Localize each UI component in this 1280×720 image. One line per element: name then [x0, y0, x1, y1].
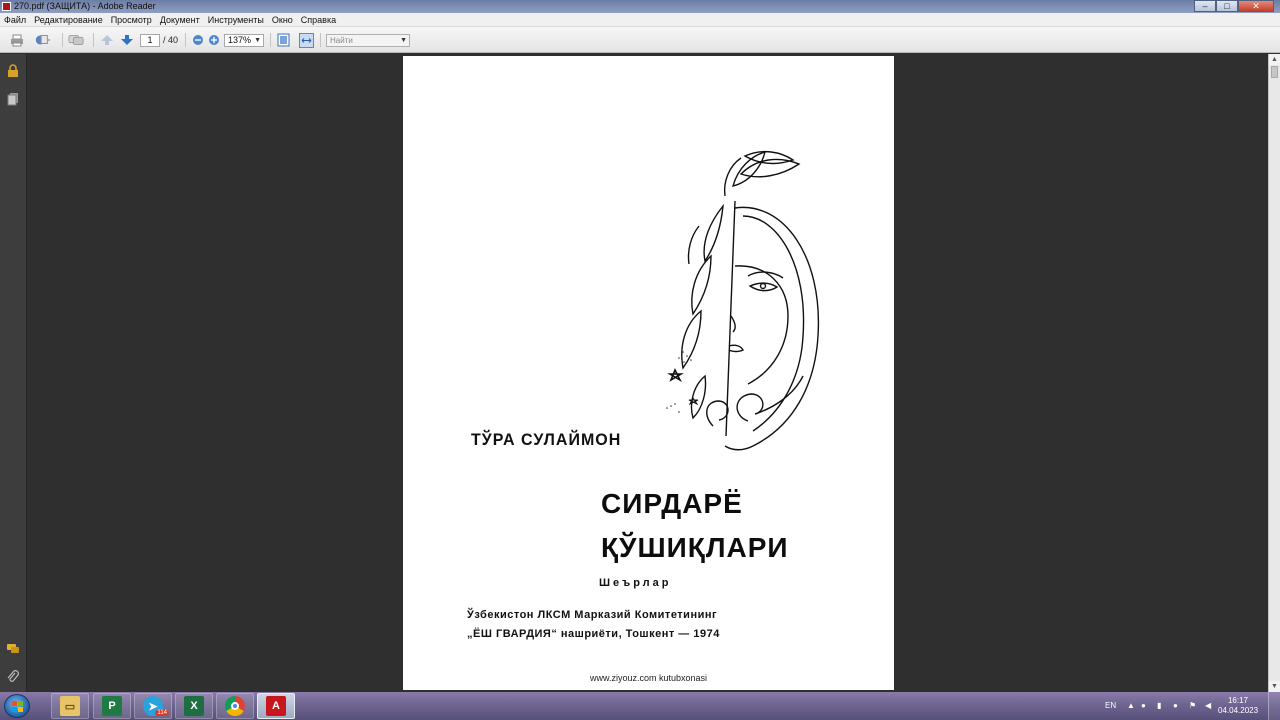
windows-logo-icon	[12, 701, 23, 712]
taskbar-project[interactable]: P	[93, 693, 131, 719]
fit-page-icon[interactable]	[275, 32, 291, 48]
tray-expand-icon[interactable]: ▲	[1127, 692, 1135, 720]
next-page-icon[interactable]	[119, 32, 135, 48]
clock-time: 16:17	[1227, 696, 1249, 705]
show-desktop-button[interactable]	[1268, 692, 1280, 720]
email-icon[interactable]	[34, 32, 50, 48]
taskbar-adobe-reader[interactable]: A	[257, 693, 295, 719]
scroll-thumb[interactable]	[1271, 66, 1278, 78]
window-title: 270.pdf (ЗАЩИТА) - Adobe Reader	[14, 1, 156, 11]
system-clock[interactable]: 16:17 04.04.2023	[1218, 696, 1258, 716]
publisher-line1: Ўзбекистон ЛКСМ Марказий Комитетининг	[467, 609, 718, 621]
menu-view[interactable]: Просмотр	[107, 13, 156, 26]
menu-file[interactable]: Файл	[0, 13, 30, 26]
taskbar-excel[interactable]: X	[175, 693, 213, 719]
chevron-down-icon: ▼	[400, 37, 407, 44]
vertical-scrollbar[interactable]: ▲ ▼	[1268, 54, 1280, 692]
source-footer: www.ziyouz.com kutubxonasi	[589, 673, 708, 683]
print-icon[interactable]	[9, 32, 25, 48]
title-bar: 270.pdf (ЗАЩИТА) - Adobe Reader – □ ✕	[0, 0, 1280, 13]
minimize-button[interactable]: –	[1194, 0, 1216, 12]
find-input[interactable]: Найти ▼	[326, 34, 410, 47]
menu-window[interactable]: Окно	[268, 13, 297, 26]
flag-icon[interactable]: ⚑	[1189, 692, 1196, 720]
menu-document[interactable]: Документ	[156, 13, 204, 26]
book-subtitle: Шеърлар	[599, 577, 672, 589]
find-placeholder: Найти	[330, 36, 353, 45]
prev-page-icon[interactable]	[99, 32, 115, 48]
signal-icon[interactable]: ▮	[1157, 692, 1161, 720]
adobe-reader-icon: A	[266, 696, 286, 716]
close-button[interactable]: ✕	[1238, 0, 1274, 12]
comment-icon[interactable]	[68, 32, 84, 48]
menu-edit[interactable]: Редактирование	[30, 13, 107, 26]
book-author: ТЎРА СУЛАЙМОН	[471, 431, 622, 450]
book-title-line2: ҚЎШИҚЛАРИ	[601, 532, 789, 563]
taskbar-telegram[interactable]: ➤ 114	[134, 693, 172, 719]
scroll-up-icon[interactable]: ▲	[1269, 54, 1280, 65]
window-controls: – □ ✕	[1194, 0, 1274, 12]
adobe-reader-icon	[2, 2, 11, 11]
maximize-button[interactable]: □	[1216, 0, 1238, 12]
tray-app-icon[interactable]: ●	[1141, 692, 1146, 720]
lock-icon[interactable]	[6, 64, 20, 78]
start-button[interactable]	[4, 694, 30, 718]
zoom-value: 137%	[228, 35, 252, 45]
clock-date: 04.04.2023	[1218, 706, 1259, 715]
zoom-in-icon[interactable]	[206, 32, 222, 48]
folder-icon: ▭	[60, 696, 80, 716]
volume-icon[interactable]: ◀	[1205, 692, 1211, 720]
page-number-input[interactable]: 1	[140, 34, 160, 47]
page-total: / 40	[163, 35, 179, 45]
toolbar: 1 / 40 137% ▼ Найти ▼	[0, 27, 1280, 53]
fit-width-icon[interactable]	[298, 32, 314, 48]
taskbar-explorer[interactable]: ▭	[51, 693, 89, 719]
update-icon[interactable]: ●	[1173, 692, 1178, 720]
publisher-line2: „ЁШ ГВАРДИЯ“ нашриёти, Тошкент — 1974	[467, 628, 720, 640]
chrome-icon	[225, 696, 245, 716]
language-indicator[interactable]: EN	[1105, 692, 1116, 720]
zoom-select[interactable]: 137% ▼	[224, 34, 264, 47]
menu-bar: Файл Редактирование Просмотр Документ Ин…	[0, 13, 1280, 27]
book-title-line1: СИРДАРЁ	[601, 488, 743, 519]
navigation-panel	[0, 54, 27, 692]
project-icon: P	[102, 696, 122, 716]
pages-icon[interactable]	[6, 92, 20, 106]
paperclip-icon[interactable]	[6, 670, 20, 684]
telegram-badge: 114	[155, 710, 169, 716]
zoom-out-icon[interactable]	[190, 32, 206, 48]
menu-tools[interactable]: Инструменты	[204, 13, 268, 26]
comments-panel-icon[interactable]	[6, 642, 20, 656]
taskbar-chrome[interactable]	[216, 693, 254, 719]
woman-portrait-illustration	[666, 150, 820, 451]
pdf-page: ТЎРА СУЛАЙМОН СИРДАРЁ ҚЎШИҚЛАРИ Шеърлар …	[403, 56, 894, 690]
taskbar: ▭ P ➤ 114 X A EN ▲ ● ▮ ● ⚑ ◀ 16:17 04.04…	[0, 692, 1280, 720]
scroll-down-icon[interactable]: ▼	[1269, 681, 1280, 692]
excel-icon: X	[184, 696, 204, 716]
menu-help[interactable]: Справка	[297, 13, 340, 26]
chevron-down-icon: ▼	[254, 37, 261, 44]
